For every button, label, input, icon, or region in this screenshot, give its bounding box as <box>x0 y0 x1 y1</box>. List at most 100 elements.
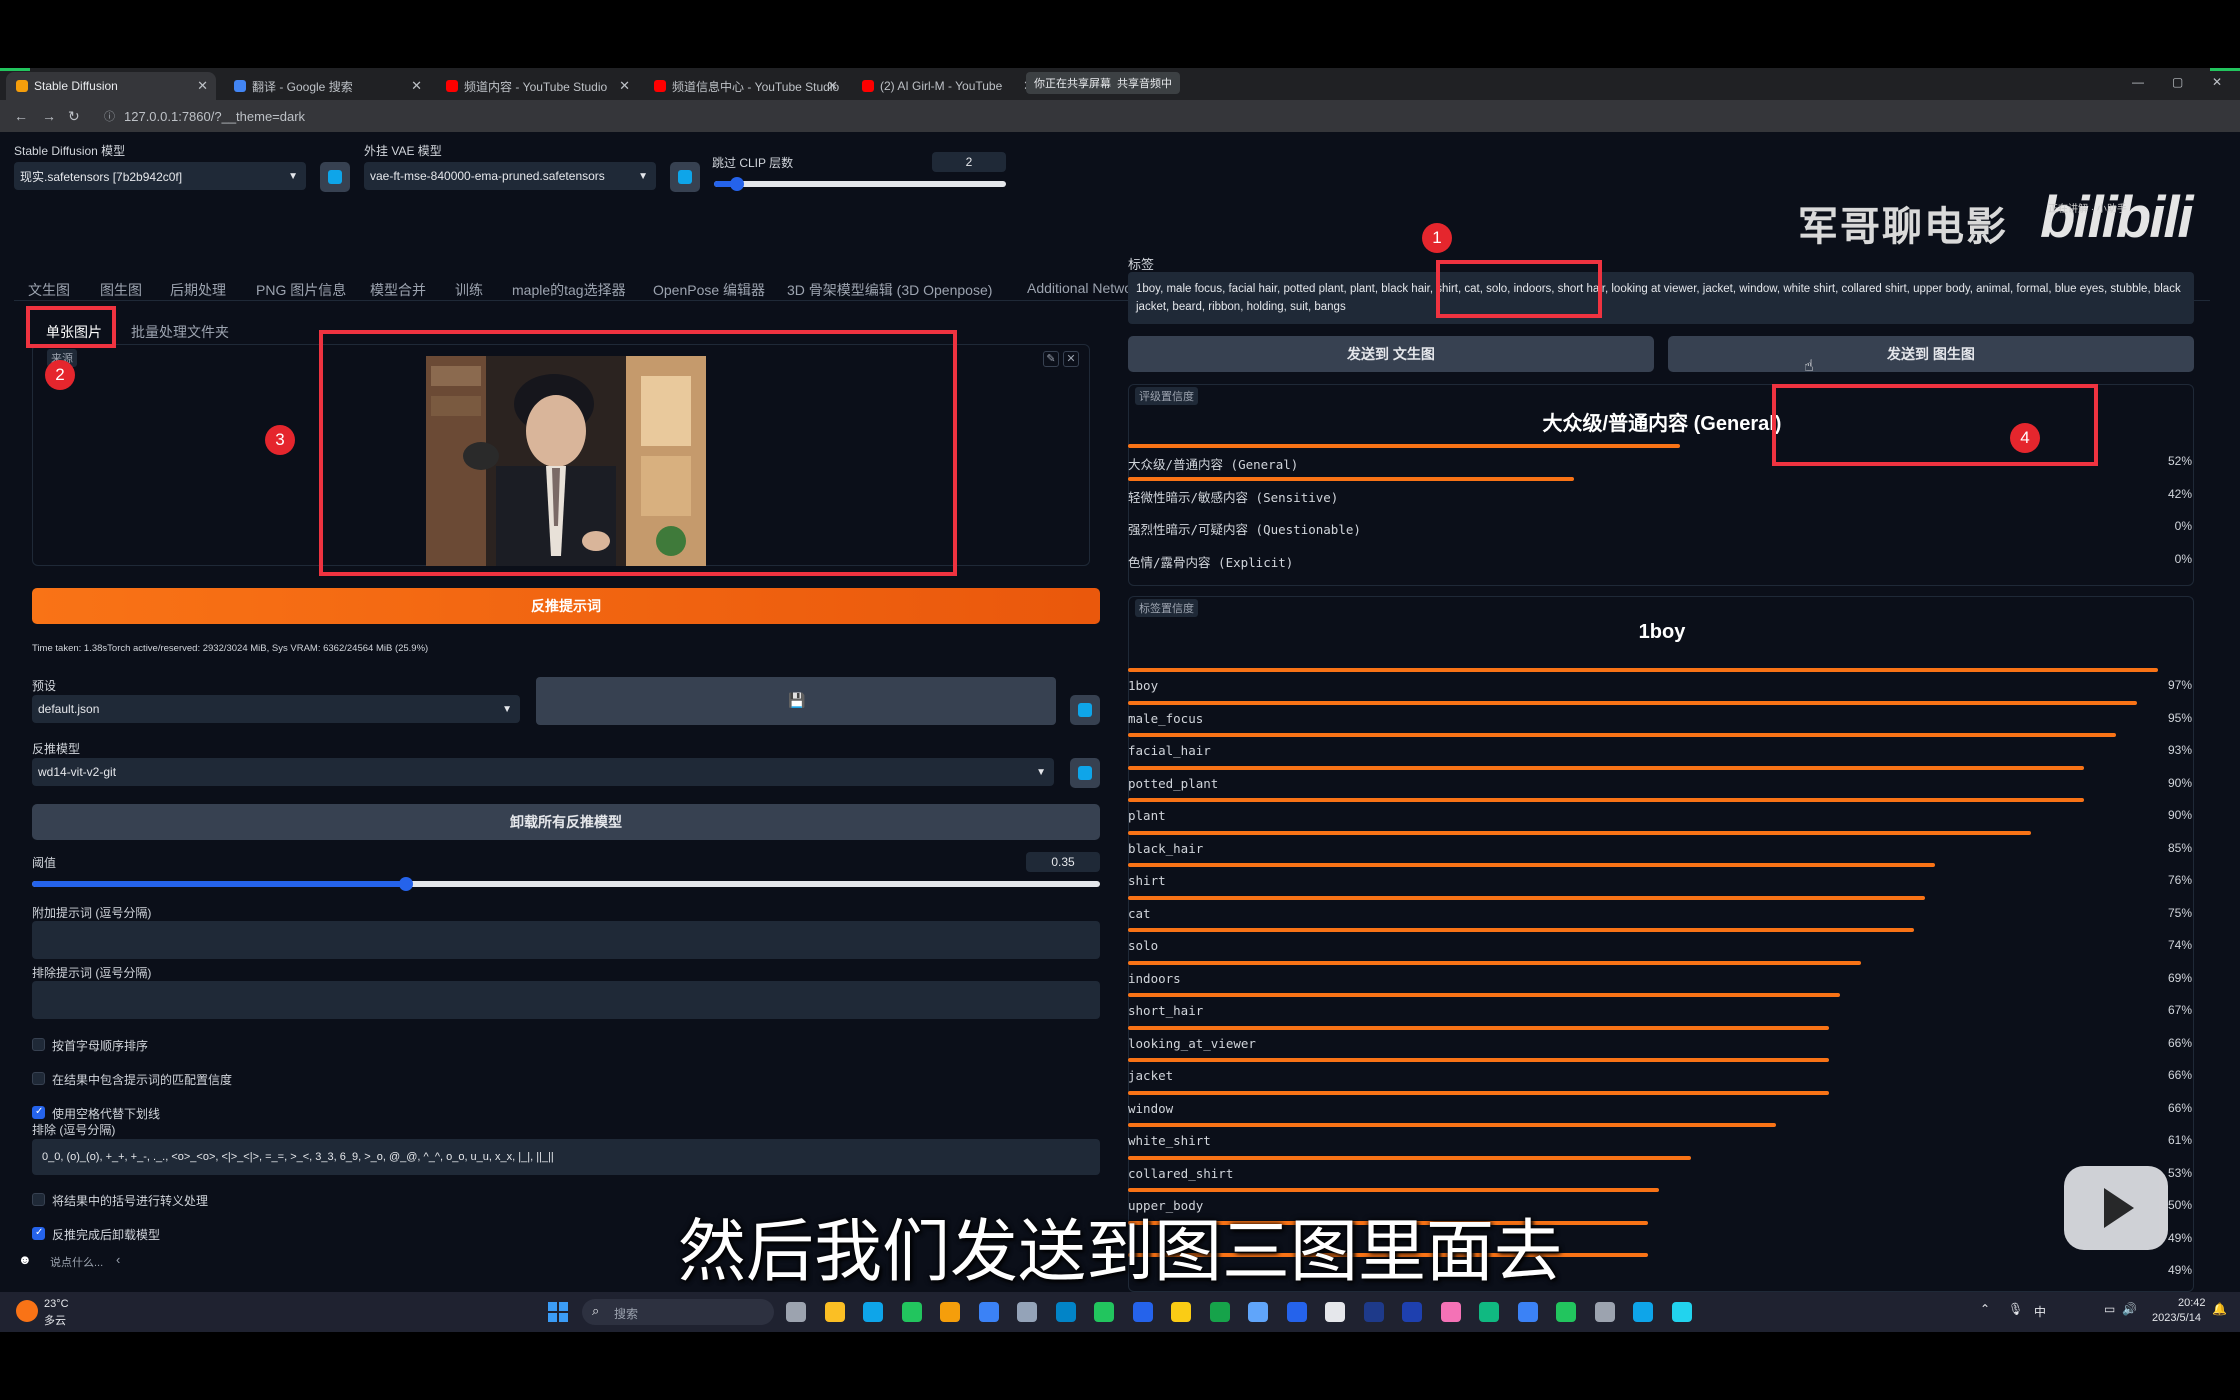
photoshop-icon[interactable] <box>1402 1302 1422 1322</box>
app-icon[interactable] <box>1094 1302 1114 1322</box>
clip-slider-track[interactable] <box>714 177 1006 191</box>
tag-percent: 97% <box>2167 678 2192 692</box>
minimize-icon[interactable]: — <box>2132 75 2144 89</box>
excel-icon[interactable] <box>1209 1302 1230 1322</box>
clip-slider-handle[interactable] <box>730 177 745 191</box>
browser-tab[interactable]: (2) AI Girl-M - YouTube✕ <box>852 72 1042 100</box>
subtab-batch-folder[interactable]: 批量处理文件夹 <box>131 322 229 342</box>
refresh-model-button[interactable] <box>1070 758 1100 788</box>
screen-share-indicator[interactable]: 你正在共享屏幕 共享音频中 <box>1026 72 1180 94</box>
nav-tab[interactable]: 模型合并 <box>370 280 426 300</box>
reload-icon[interactable]: ↻ <box>68 108 80 125</box>
exclude-tags-input[interactable] <box>32 981 1100 1019</box>
refresh-sd-model-button[interactable] <box>320 162 350 192</box>
app-icon[interactable] <box>1248 1302 1268 1322</box>
nav-tab[interactable]: 文生图 <box>28 280 70 300</box>
network-icon[interactable]: ▭ <box>2104 1302 2115 1316</box>
app-icon[interactable] <box>1440 1302 1461 1322</box>
url-text[interactable]: 127.0.0.1:7860/?__theme=dark <box>124 109 305 124</box>
threshold-slider-handle[interactable] <box>398 877 413 891</box>
notification-icon[interactable]: 🔔 <box>2212 1302 2227 1316</box>
option-checkbox[interactable] <box>32 1072 45 1085</box>
file-explorer-icon[interactable] <box>940 1302 960 1322</box>
browser-tab-label: 频道内容 - YouTube Studio <box>464 79 608 94</box>
nav-tab[interactable]: 图生图 <box>100 280 142 300</box>
close-tab-icon[interactable]: ✕ <box>619 78 630 94</box>
clock-time[interactable]: 20:42 <box>2178 1297 2206 1309</box>
threshold-input[interactable]: 0.35 <box>1026 852 1100 872</box>
tag-percent: 61% <box>2167 1133 2192 1147</box>
nav-tab[interactable]: OpenPose 编辑器 <box>653 280 765 300</box>
app-icon[interactable] <box>1479 1302 1499 1322</box>
send-to-img2img-button[interactable]: 发送到 图生图 <box>1668 336 2194 372</box>
sd-model-dropdown[interactable]: 现实.safetensors [7b2b942c0f] ▼ <box>14 162 306 190</box>
tag-percent: 75% <box>2167 905 2192 920</box>
option-checkbox[interactable] <box>32 1106 45 1119</box>
ime-indicator[interactable]: 中 <box>2034 1303 2046 1320</box>
maximize-icon[interactable]: ▢ <box>2172 75 2183 89</box>
browser-tab[interactable]: Stable Diffusion ✕ <box>6 72 216 100</box>
refresh-preset-button[interactable] <box>1070 695 1100 725</box>
tags-output[interactable]: 1boy, male focus, facial hair, potted pl… <box>1128 272 2194 324</box>
exclude-tags-label: 排除提示词 (逗号分隔) <box>32 966 152 980</box>
app-icon[interactable] <box>1171 1302 1191 1322</box>
vae-dropdown[interactable]: vae-ft-mse-840000-ema-pruned.safetensors… <box>364 162 656 190</box>
close-tab-icon[interactable]: ✕ <box>411 78 422 94</box>
nav-tab[interactable]: PNG 图片信息 <box>256 280 346 300</box>
volume-icon[interactable]: 🔊 <box>2122 1302 2137 1316</box>
windows-start-icon[interactable] <box>548 1302 568 1322</box>
clip-input[interactable]: 2 <box>932 152 1006 172</box>
calculator-icon[interactable] <box>1017 1302 1037 1322</box>
app-icon[interactable] <box>1325 1302 1345 1322</box>
send-to-txt2img-button[interactable]: 发送到 文生图 <box>1128 336 1654 372</box>
info-icon[interactable]: ⓘ <box>104 108 115 124</box>
app-icon[interactable] <box>1132 1302 1153 1322</box>
chrome-icon[interactable] <box>824 1302 845 1322</box>
onedrive-icon[interactable] <box>1517 1302 1538 1322</box>
app-icon[interactable] <box>1055 1302 1076 1322</box>
tag-confidence-bar <box>1128 1155 1691 1160</box>
app-icon[interactable] <box>1633 1302 1653 1322</box>
interrogator-model-dropdown[interactable]: wd14-vit-v2-git ▼ <box>32 758 1054 786</box>
save-preset-button[interactable]: 💾 <box>536 677 1056 725</box>
browser-tab[interactable]: 翻译 - Google 搜索 ✕ <box>224 72 430 100</box>
tag-name: 1boy <box>1128 678 1159 693</box>
back-icon[interactable]: ← <box>14 108 28 124</box>
nav-tab[interactable]: 训练 <box>455 280 483 300</box>
nav-tab[interactable]: maple的tag选择器 <box>512 280 626 300</box>
escape-list-input[interactable]: 0_0, (o)_(o), +_+, +_-, ._., <o>_<o>, <|… <box>32 1139 1100 1175</box>
app-icon[interactable] <box>978 1302 999 1322</box>
browser-tab[interactable]: 频道内容 - YouTube Studio ✕ <box>436 72 638 100</box>
clock-date[interactable]: 2023/5/14 <box>2152 1312 2201 1324</box>
premiere-icon[interactable] <box>1363 1302 1384 1322</box>
close-tab-icon[interactable]: ✕ <box>197 78 208 94</box>
microphone-icon[interactable]: 🎙 <box>2008 1302 2023 1316</box>
app-icon[interactable] <box>901 1302 922 1322</box>
tag-percent: 66% <box>2167 1068 2192 1082</box>
system-tray-chevron-icon[interactable]: ⌃ <box>1980 1302 1990 1316</box>
close-tab-icon[interactable]: ✕ <box>827 78 838 94</box>
settings-icon[interactable] <box>1594 1302 1615 1322</box>
task-view-icon[interactable] <box>786 1302 806 1322</box>
option-checkbox[interactable] <box>32 1038 45 1051</box>
notepad-icon[interactable] <box>1671 1302 1692 1322</box>
additional-tags-input[interactable] <box>32 921 1100 959</box>
interrogate-button[interactable]: 反推提示词 <box>32 588 1100 624</box>
close-window-icon[interactable]: ✕ <box>2212 75 2222 89</box>
refresh-vae-button[interactable] <box>670 162 700 192</box>
nav-tab[interactable]: 3D 骨架模型编辑 (3D Openpose) <box>787 280 992 300</box>
taskbar-search[interactable]: ⌕ 搜索 <box>582 1299 774 1325</box>
nav-tab[interactable]: 后期处理 <box>170 280 226 300</box>
weather-icon[interactable] <box>16 1300 38 1322</box>
browser-tab[interactable]: 频道信息中心 - YouTube Studio ✕ <box>644 72 846 100</box>
unload-models-button[interactable]: 卸载所有反推模型 <box>32 804 1100 840</box>
threshold-slider-track[interactable] <box>32 877 1100 891</box>
forward-icon[interactable]: → <box>42 108 56 124</box>
edge-icon[interactable] <box>863 1302 883 1322</box>
word-icon[interactable] <box>1286 1302 1307 1322</box>
clear-image-icon[interactable]: ✕ <box>1063 351 1079 367</box>
tag-confidence-bar <box>1128 1058 1829 1062</box>
preset-dropdown[interactable]: default.json ▼ <box>32 695 520 723</box>
wechat-icon[interactable] <box>1556 1302 1576 1322</box>
edit-icon[interactable]: ✎ <box>1043 351 1059 367</box>
